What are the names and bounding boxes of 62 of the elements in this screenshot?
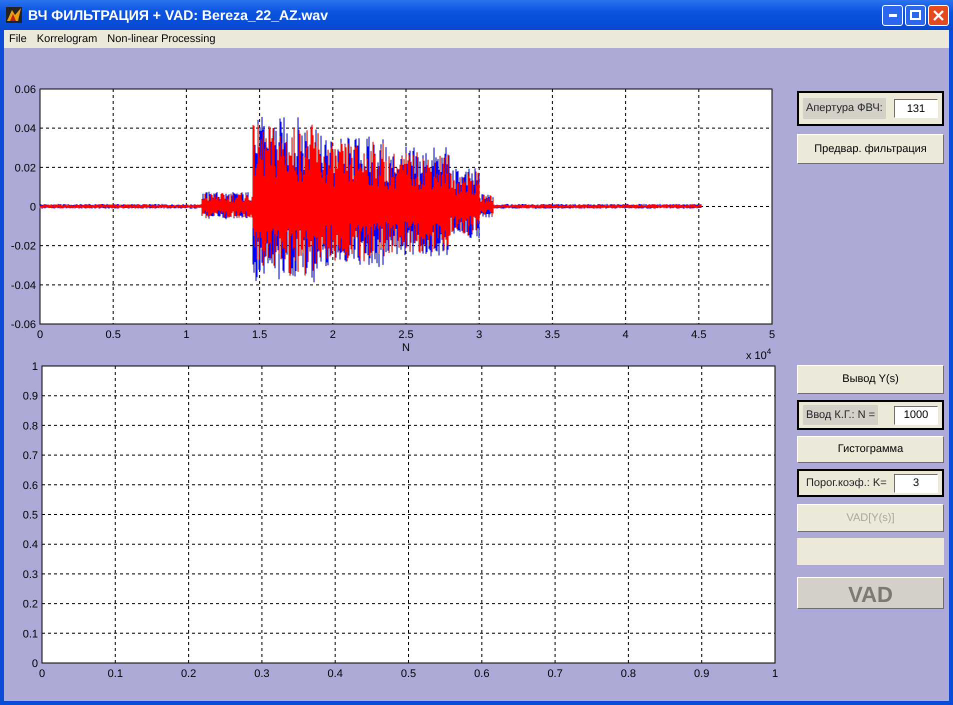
y-tick-label: 0 xyxy=(32,658,38,670)
maximize-icon xyxy=(910,10,921,20)
x-tick-label: 3 xyxy=(476,329,482,341)
x-tick-label: 5 xyxy=(768,329,776,341)
y-tick-label: 0.7 xyxy=(22,450,38,462)
y-tick-label: 0.8 xyxy=(22,420,38,432)
input-field[interactable]: 131 xyxy=(894,99,938,118)
x-tick-label: 1.5 xyxy=(252,329,268,341)
x-tick-label: 0 xyxy=(36,329,44,341)
y-tick-label: 0.02 xyxy=(14,162,36,174)
y-tick-label: 0.9 xyxy=(22,390,38,403)
y-tick-label: 0.3 xyxy=(22,568,38,581)
maximize-button[interactable] xyxy=(905,4,926,26)
field-label: Порог.коэф.: K= xyxy=(805,476,888,491)
x-tick-label: 0.5 xyxy=(106,329,121,341)
field-label: Апертура ФВЧ: xyxy=(803,98,886,119)
input-field[interactable]: 3 xyxy=(894,474,938,492)
window-title: ВЧ ФИЛЬТРАЦИЯ + VAD: Bereza_22_AZ.wav xyxy=(28,6,330,25)
app-icon xyxy=(6,7,22,23)
menu-item[interactable]: Korrelogram xyxy=(32,30,102,48)
y-tick-label: -0.02 xyxy=(10,240,36,253)
x-tick-label: 0.8 xyxy=(620,668,636,680)
x-tick-label: 2.5 xyxy=(398,329,414,341)
y-tick-label: 0 xyxy=(30,202,36,214)
y-tick-label: 0.4 xyxy=(22,539,38,552)
x-tick-label: 0.4 xyxy=(328,668,343,680)
y-tick-label: 0.6 xyxy=(22,480,38,492)
x-tick-label: 1 xyxy=(772,668,778,680)
close-button[interactable] xyxy=(928,4,949,26)
x-tick-label: 4.5 xyxy=(691,329,706,341)
x-tick-label: 0.9 xyxy=(694,668,710,680)
axis-multiplier: x 10$^{4}$ xyxy=(746,347,772,362)
menu-item[interactable]: File xyxy=(4,30,32,48)
y-tick-label: 0.04 xyxy=(14,123,36,136)
x-tick-label: 3.5 xyxy=(544,329,560,341)
x-tick-label: 4 xyxy=(622,329,629,341)
y-tick-label: -0.06 xyxy=(10,319,36,331)
menu-item[interactable]: Non-linear Processing xyxy=(102,30,220,48)
x-tick-label: 0.3 xyxy=(254,668,270,680)
x-tick-label: 0.6 xyxy=(474,668,490,680)
x-tick-label: 0 xyxy=(38,668,46,680)
minimize-button[interactable] xyxy=(882,4,903,26)
field-label: Ввод К.Г.: N = xyxy=(803,404,878,426)
action-button[interactable]: Гистограмма xyxy=(797,436,944,463)
y-tick-label: -0.04 xyxy=(10,280,36,292)
x-tick-label: 0.2 xyxy=(180,668,196,680)
x-tick-label: 0.5 xyxy=(400,668,416,680)
action-button[interactable]: Вывод Y(s) xyxy=(797,365,944,394)
minimize-icon xyxy=(888,14,896,16)
close-icon xyxy=(933,10,944,20)
input-field[interactable]: 1000 xyxy=(894,406,938,424)
x-tick-label: 0.1 xyxy=(108,668,123,680)
x-tick-label: 1 xyxy=(183,329,190,341)
y-tick-label: 1 xyxy=(32,361,38,373)
action-button[interactable]: Предвар. фильтрация xyxy=(797,134,944,164)
x-tick-label: 2 xyxy=(330,329,336,341)
y-tick-label: 0.5 xyxy=(22,510,38,522)
y-tick-label: 0.06 xyxy=(14,84,36,96)
axis-label: N xyxy=(402,342,410,354)
x-tick-label: 0.7 xyxy=(547,668,563,680)
y-tick-label: 0.1 xyxy=(22,628,38,640)
y-tick-label: 0.2 xyxy=(22,598,38,611)
